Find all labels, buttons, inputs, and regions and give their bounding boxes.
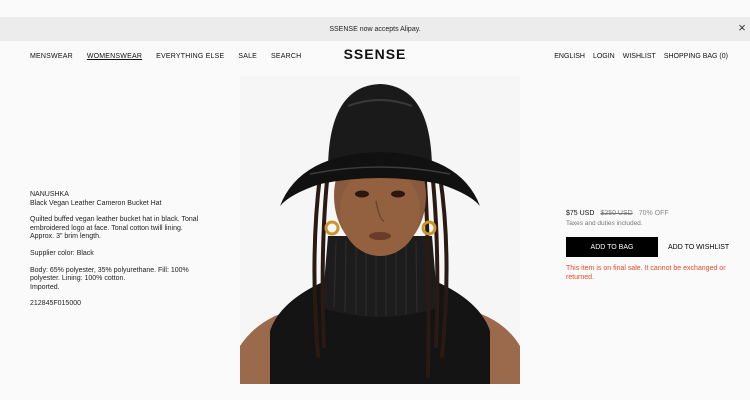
language-link[interactable]: ENGLISH — [554, 53, 585, 60]
nav-search[interactable]: SEARCH — [271, 53, 301, 60]
nav-sale[interactable]: SALE — [238, 53, 257, 60]
action-buttons: ADD TO BAG ADD TO WISHLIST — [566, 237, 736, 257]
discount-badge: 70% OFF — [638, 210, 669, 217]
product-brand: NANUSHKA — [30, 191, 69, 198]
sale-price: $75 USD — [566, 210, 595, 217]
product-name: Black Vegan Leather Cameron Bucket Hat — [30, 199, 162, 207]
model-wearing-hat-illustration — [240, 76, 520, 384]
purchase-panel: $75 USD $250 USD 70% OFF Taxes and dutie… — [566, 210, 736, 282]
price-row: $75 USD $250 USD 70% OFF — [566, 210, 736, 217]
add-to-wishlist-button[interactable]: ADD TO WISHLIST — [666, 244, 731, 251]
product-image[interactable] — [240, 76, 520, 384]
site-logo[interactable]: SSENSE — [344, 46, 407, 62]
product-composition: Body: 65% polyester, 35% polyurethane. F… — [30, 266, 189, 283]
add-to-bag-button[interactable]: ADD TO BAG — [566, 237, 658, 257]
main-nav: MENSWEAR WOMENSWEAR EVERYTHING ELSE SALE… — [30, 53, 301, 60]
login-link[interactable]: LOGIN — [593, 53, 615, 60]
product-details: NANUSHKA Black Vegan Leather Cameron Buc… — [30, 191, 205, 317]
nav-menswear[interactable]: MENSWEAR — [30, 53, 73, 60]
product-sku: 212845F015000 — [30, 300, 81, 308]
shopping-bag-link[interactable]: SHOPPING BAG (0) — [664, 53, 728, 60]
banner-text: SSENSE now accepts Alipay. — [329, 25, 421, 33]
product-origin: Imported. — [30, 283, 60, 291]
account-nav: ENGLISH LOGIN WISHLIST SHOPPING BAG (0) — [554, 53, 728, 60]
nav-everything-else[interactable]: EVERYTHING ELSE — [156, 53, 224, 60]
original-price: $250 USD — [600, 210, 633, 217]
tax-note: Taxes and duties included. — [566, 220, 643, 227]
product-description: Quilted buffed vegan leather bucket hat … — [30, 216, 199, 241]
supplier-color: Supplier color: Black — [30, 249, 94, 257]
header: MENSWEAR WOMENSWEAR EVERYTHING ELSE SALE… — [0, 41, 750, 71]
nav-womenswear[interactable]: WOMENSWEAR — [87, 53, 142, 60]
wishlist-link[interactable]: WISHLIST — [623, 53, 656, 60]
announcement-banner: SSENSE now accepts Alipay. × — [0, 17, 750, 41]
page: SSENSE now accepts Alipay. × MENSWEAR WO… — [0, 0, 750, 400]
close-icon[interactable]: × — [734, 17, 750, 41]
final-sale-notice: This item is on final sale. It cannot be… — [566, 265, 726, 281]
